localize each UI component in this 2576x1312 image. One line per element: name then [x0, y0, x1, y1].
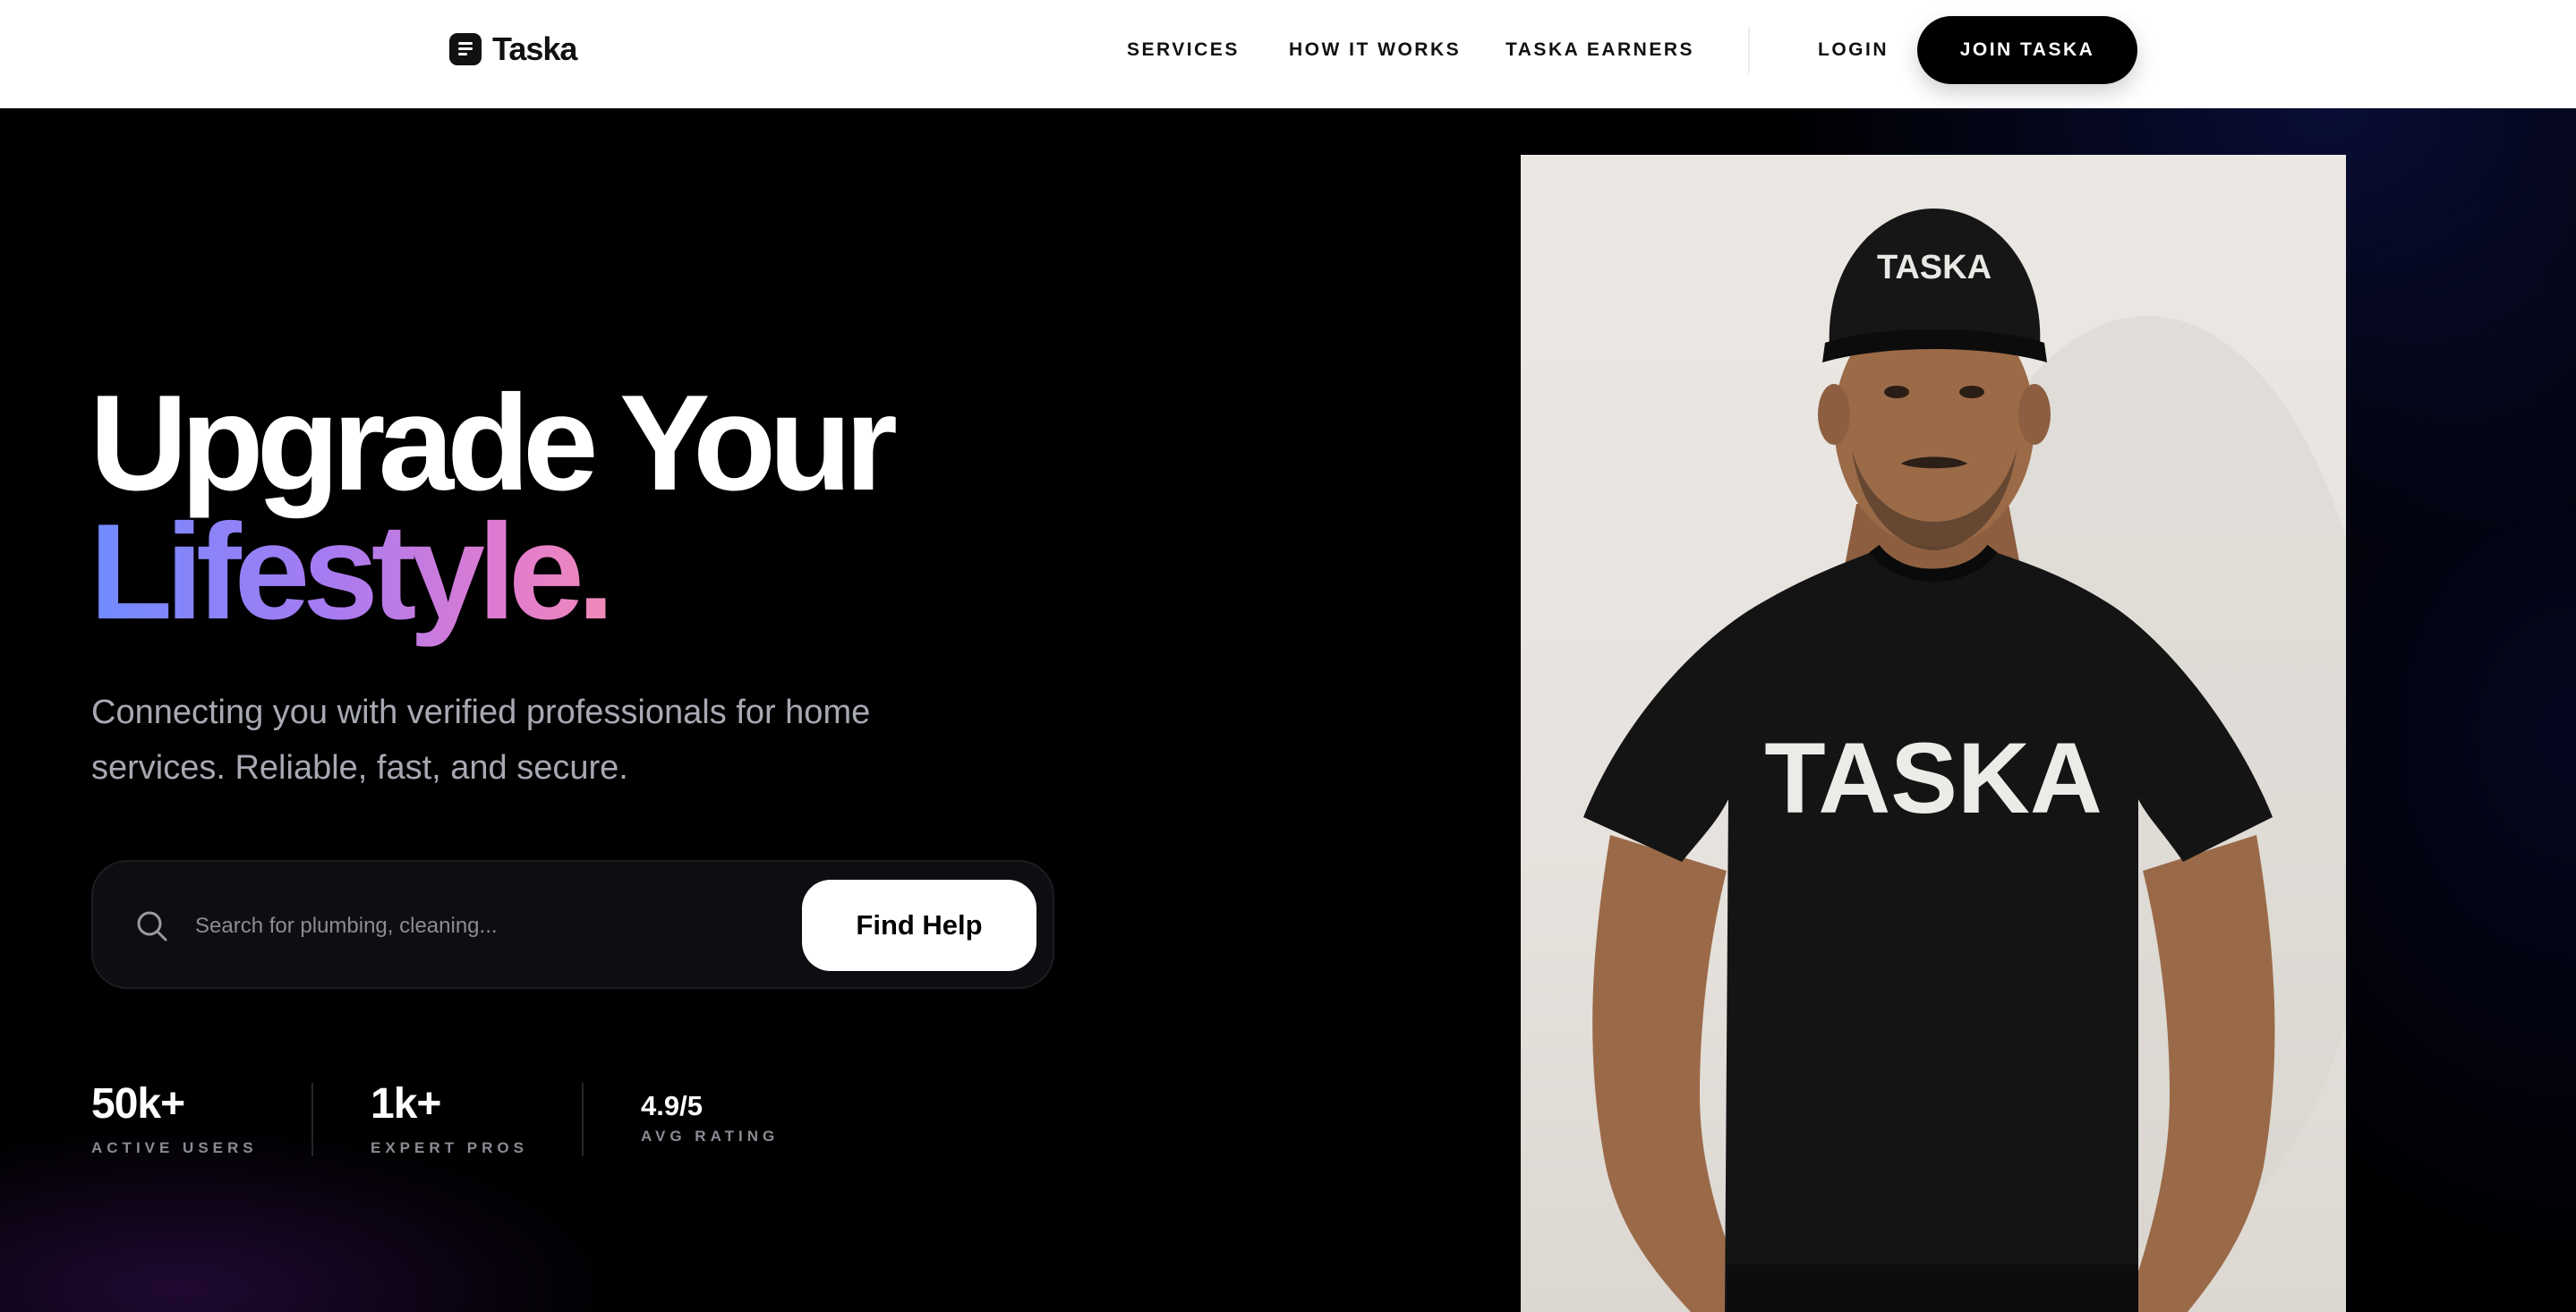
find-help-button[interactable]: Find Help	[802, 880, 1036, 971]
stat-label: ACTIVE USERS	[91, 1139, 258, 1156]
nav-divider	[1748, 27, 1750, 73]
headline-line-2: Lifestyle.	[90, 496, 615, 648]
stat-value: 50k+	[91, 1080, 185, 1128]
hero-headline: Upgrade Your Lifestyle.	[90, 375, 898, 640]
hero-section: Upgrade Your Lifestyle. Connecting you w…	[0, 108, 2576, 1312]
stat-divider	[311, 1083, 313, 1156]
brand-logo[interactable]: Taska	[449, 30, 577, 67]
stat-value: 4.9/5	[641, 1090, 703, 1121]
worker-portrait-illustration: TASKA TASKA	[1583, 209, 2346, 1312]
nav-link-login[interactable]: LOGIN	[1818, 39, 1889, 61]
nav-link-how-it-works[interactable]: HOW IT WORKS	[1289, 39, 1461, 61]
join-taska-button[interactable]: JOIN TASKA	[1917, 16, 2137, 84]
search-icon	[137, 911, 167, 941]
stat-label: AVG RATING	[641, 1128, 780, 1145]
stat-expert-pros: 1k+ EXPERT PROS	[371, 1079, 528, 1157]
search-input[interactable]	[195, 899, 768, 953]
search-bar: Find Help	[91, 860, 1054, 989]
cap-logo-text: TASKA	[1877, 249, 1992, 286]
brand-name: Taska	[492, 30, 577, 67]
taska-logo-icon	[449, 33, 482, 65]
nav-link-services[interactable]: SERVICES	[1127, 39, 1240, 61]
stat-active-users: 50k+ ACTIVE USERS	[91, 1079, 258, 1157]
hero-portrait-image: TASKA TASKA	[1521, 155, 2346, 1312]
hero-subtitle: Connecting you with verified professiona…	[91, 694, 871, 787]
stat-label: EXPERT PROS	[371, 1139, 528, 1156]
stat-avg-rating: 4.9/5 AVG RATING	[641, 1079, 779, 1146]
stat-divider	[582, 1083, 584, 1156]
nav-link-taska-earners[interactable]: TASKA EARNERS	[1506, 39, 1694, 61]
site-header: Taska SERVICES HOW IT WORKS TASKA EARNER…	[0, 0, 2576, 108]
stat-value: 1k+	[371, 1080, 441, 1128]
shirt-logo-text: TASKA	[1764, 722, 2102, 834]
